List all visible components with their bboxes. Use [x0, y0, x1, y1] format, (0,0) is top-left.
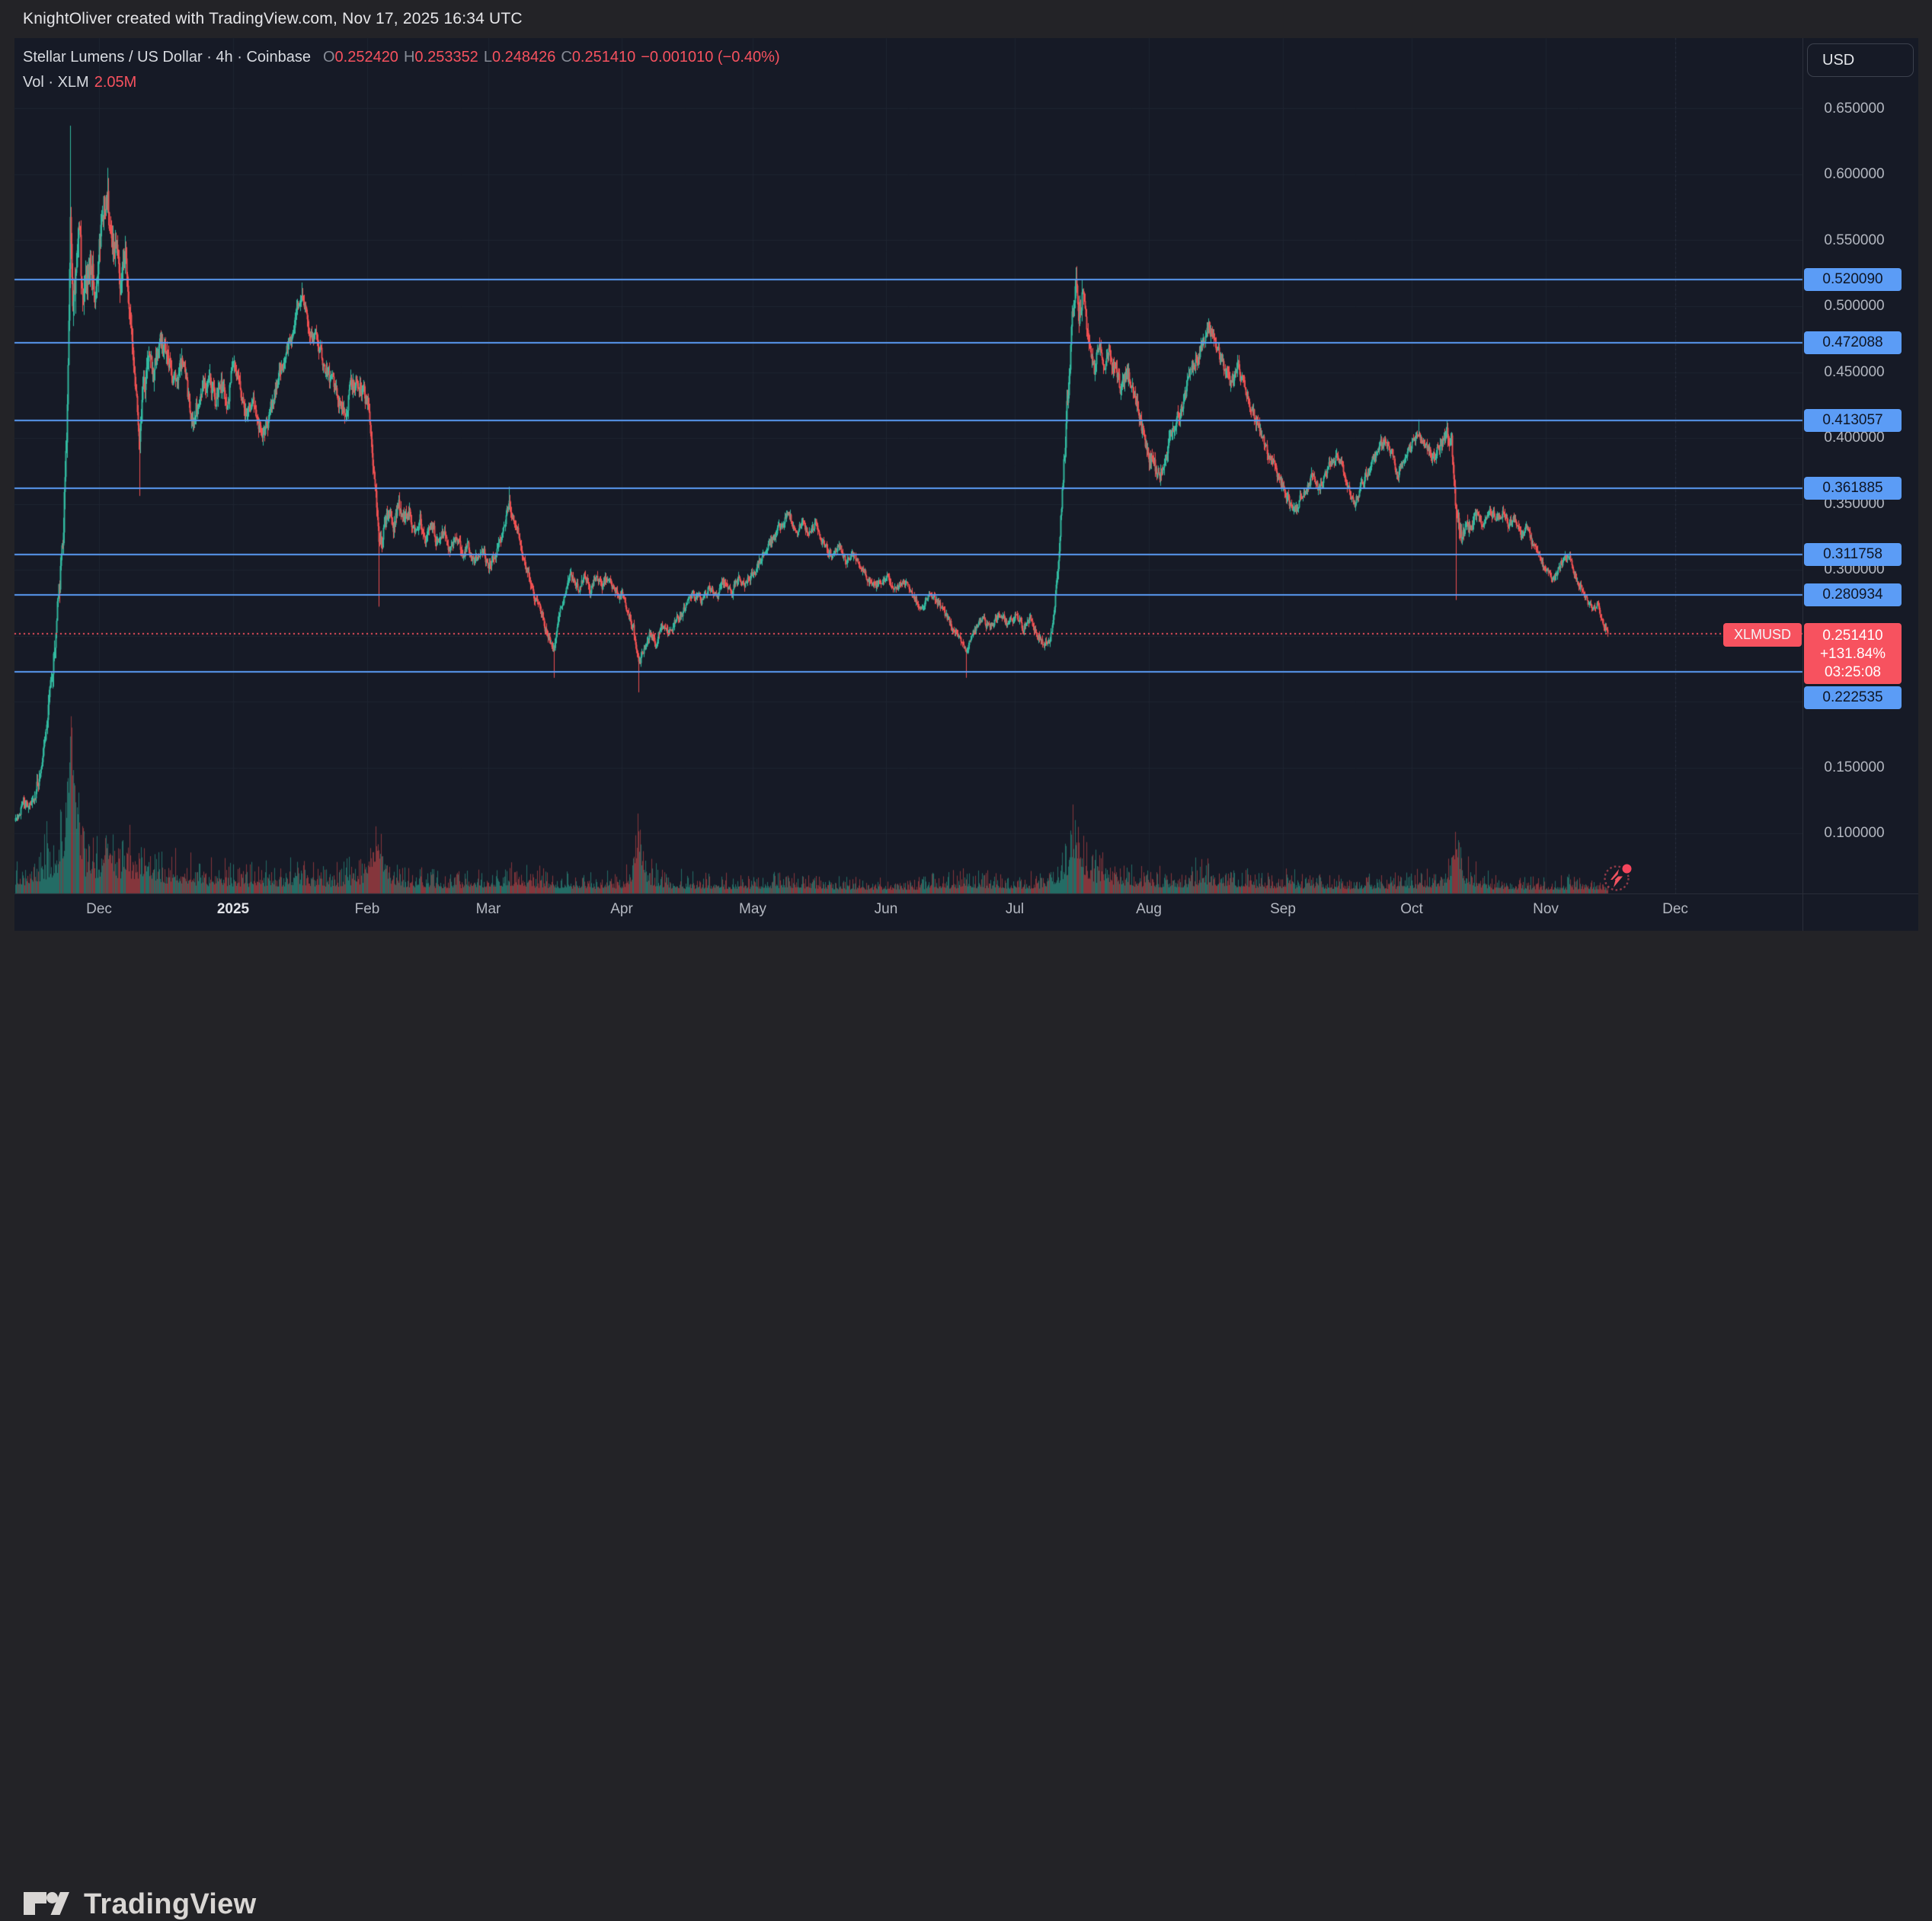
lightning-status-icon[interactable]	[1601, 862, 1633, 894]
change-value: −0.001010 (−0.40%)	[641, 49, 779, 66]
price-tick-label: 0.550000	[1824, 232, 1884, 249]
price-tick-label: 0.650000	[1824, 101, 1884, 117]
legend-main-row: Stellar Lumens / US Dollar · 4h · Coinba…	[23, 45, 780, 70]
price-tick-label: 0.100000	[1824, 825, 1884, 842]
last-price-value: 0.251410	[1804, 627, 1902, 645]
level-price-badge: 0.361885	[1804, 477, 1902, 500]
tradingview-logo-text: TradingView	[84, 1888, 256, 1921]
last-price-countdown: 03:25:08	[1804, 663, 1902, 682]
high-label: H	[404, 49, 414, 66]
legend-volume-row: Vol · XLM 2.05M	[23, 70, 780, 95]
chart-legend: Stellar Lumens / US Dollar · 4h · Coinba…	[23, 45, 780, 95]
level-price-badge: 0.520090	[1804, 268, 1902, 291]
level-price-badge: 0.472088	[1804, 331, 1902, 354]
low-value: 0.248426	[492, 49, 555, 66]
volume-value: 2.05M	[94, 74, 137, 91]
time-axis-label: Jul	[1006, 901, 1024, 918]
price-axis-separator	[1802, 38, 1803, 931]
price-tick-label: 0.500000	[1824, 298, 1884, 315]
price-tick-label: 0.150000	[1824, 759, 1884, 776]
time-axis-label: Mar	[476, 901, 501, 918]
price-chart-canvas[interactable]	[0, 0, 1932, 1015]
close-value: 0.251410	[572, 49, 635, 66]
high-value: 0.253352	[414, 49, 478, 66]
time-axis-label: Dec	[86, 901, 112, 918]
tradingview-logo[interactable]: TradingView	[23, 1887, 256, 1921]
time-axis-label: Nov	[1533, 901, 1559, 918]
time-axis-label: 2025	[217, 901, 249, 918]
symbol-price-label: XLMUSD	[1723, 623, 1802, 647]
time-axis-label: May	[739, 901, 766, 918]
currency-toggle-button[interactable]: USD	[1807, 43, 1914, 77]
level-price-badge: 0.311758	[1804, 543, 1902, 566]
price-tick-label: 0.600000	[1824, 166, 1884, 183]
price-tick-label: 0.450000	[1824, 364, 1884, 381]
close-label: C	[561, 49, 571, 66]
time-axis-label: Jun	[875, 901, 898, 918]
volume-label[interactable]: Vol · XLM	[23, 74, 89, 91]
footer-bar: TradingView	[0, 931, 1932, 1015]
last-price-badge: 0.251410 +131.84% 03:25:08	[1804, 623, 1902, 684]
open-label: O	[323, 49, 335, 66]
time-axis-label: Dec	[1662, 901, 1688, 918]
tradingview-logo-icon	[23, 1891, 70, 1917]
time-axis-label: Oct	[1400, 901, 1423, 918]
last-price-change: +131.84%	[1804, 645, 1902, 663]
open-value: 0.252420	[335, 49, 398, 66]
level-price-badge: 0.413057	[1804, 409, 1902, 432]
level-price-badge: 0.280934	[1804, 583, 1902, 606]
time-axis-label: Sep	[1270, 901, 1296, 918]
time-axis-label: Feb	[355, 901, 380, 918]
time-axis-label: Aug	[1136, 901, 1162, 918]
level-price-badge: 0.222535	[1804, 686, 1902, 709]
time-axis-label: Apr	[610, 901, 633, 918]
tradingview-snapshot: KnightOliver created with TradingView.co…	[0, 0, 1932, 1015]
symbol-title[interactable]: Stellar Lumens / US Dollar · 4h · Coinba…	[23, 49, 311, 66]
low-label: L	[484, 49, 492, 66]
